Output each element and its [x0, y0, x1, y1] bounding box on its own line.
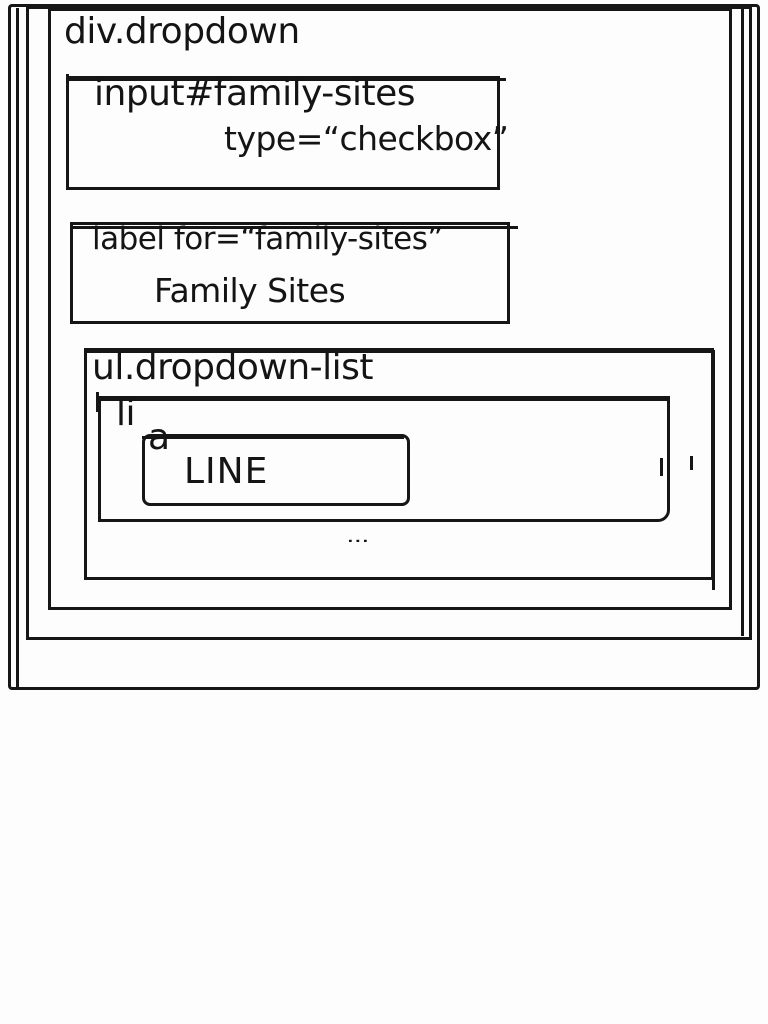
frame-stroke — [660, 458, 663, 476]
frame-stroke — [741, 8, 744, 636]
frame-stroke — [96, 392, 99, 412]
checkbox-input-attribute: type=“checkbox” — [224, 119, 509, 158]
frame-stroke — [712, 350, 715, 590]
list-item-box-top-edge — [98, 398, 670, 401]
label-element-text: Family Sites — [154, 271, 346, 310]
frame-stroke — [16, 8, 19, 688]
link-text: LINE — [184, 451, 269, 492]
dropdown-list-label: ul.dropdown-list — [92, 347, 374, 388]
link-label: a — [148, 417, 170, 458]
frame-stroke — [690, 456, 693, 470]
checkbox-input-label: input#family-sites — [94, 73, 416, 114]
label-element-label: label for=“family-sites” — [92, 221, 443, 257]
frame-stroke — [66, 74, 69, 92]
list-item-label: li — [116, 393, 136, 434]
link-box — [142, 434, 410, 506]
dropdown-container-label: div.dropdown — [64, 11, 300, 52]
more-items-ellipsis: ⋮ — [345, 530, 370, 552]
link-box-top-edge — [142, 436, 404, 439]
